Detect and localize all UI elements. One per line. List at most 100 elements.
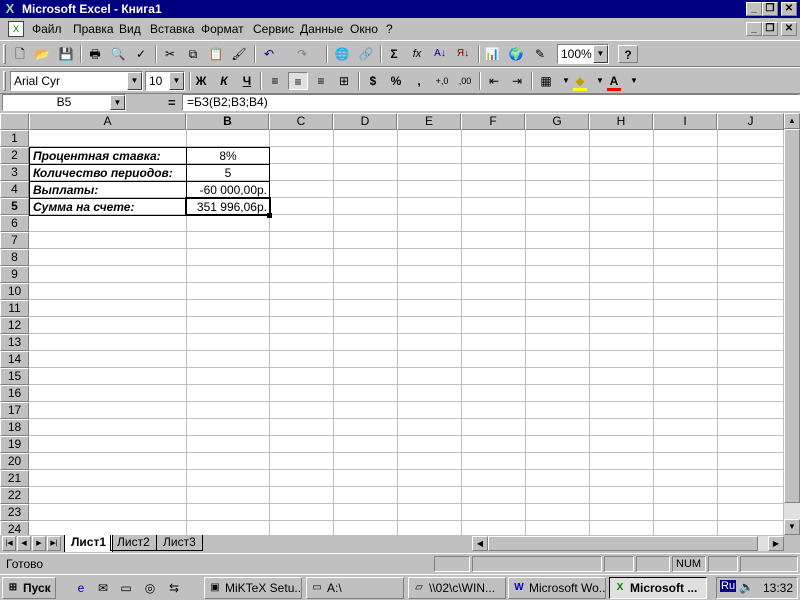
bold-button[interactable]: Ж xyxy=(191,72,211,90)
row-header[interactable]: 5 xyxy=(0,198,29,215)
doc-close-button[interactable]: ✕ xyxy=(781,22,797,36)
align-left-icon[interactable]: ≡ xyxy=(265,72,285,90)
last-sheet-icon[interactable]: ▶| xyxy=(47,536,61,551)
menu-window[interactable]: Окно xyxy=(350,22,378,36)
paste-icon[interactable]: 📋 xyxy=(206,45,226,63)
sheet-tab-2[interactable]: Лист2 xyxy=(110,535,157,551)
column-header-f[interactable]: F xyxy=(461,113,525,130)
format-painter-icon[interactable]: 🖌 xyxy=(229,45,249,63)
toolbar-grip[interactable] xyxy=(3,71,6,91)
italic-button[interactable]: К xyxy=(214,72,234,90)
row-header[interactable]: 4 xyxy=(0,181,29,198)
name-box[interactable]: B5 ▼ xyxy=(2,94,126,111)
row-header[interactable]: 23 xyxy=(0,504,29,521)
menu-format[interactable]: Формат xyxy=(201,22,244,36)
channels-icon[interactable]: ◎ xyxy=(141,579,159,597)
chevron-down-icon[interactable]: ▼ xyxy=(127,72,142,90)
sheet-tab-1[interactable]: Лист1 xyxy=(64,535,114,552)
quick-launch-icon[interactable]: ⇆ xyxy=(165,579,183,597)
new-icon[interactable]: 🗋 xyxy=(10,45,30,63)
cell-a4[interactable]: Выплаты: xyxy=(29,181,187,199)
comma-style-icon[interactable]: , xyxy=(409,72,429,90)
horizontal-scrollbar[interactable]: ◀ ▶ xyxy=(472,536,784,551)
first-sheet-icon[interactable]: |◀ xyxy=(2,536,16,551)
chart-wizard-icon[interactable]: 📊 xyxy=(482,45,502,63)
speaker-icon[interactable]: 🔈 xyxy=(739,580,754,594)
sheet-tab-3[interactable]: Лист3 xyxy=(156,535,203,551)
row-header[interactable]: 19 xyxy=(0,436,29,453)
next-sheet-icon[interactable]: ▶ xyxy=(32,536,46,551)
row-header[interactable]: 11 xyxy=(0,300,29,317)
row-header[interactable]: 16 xyxy=(0,385,29,402)
map-icon[interactable]: 🌍 xyxy=(506,45,526,63)
currency-icon[interactable]: $ xyxy=(363,72,383,90)
column-header-c[interactable]: C xyxy=(269,113,333,130)
redo-icon[interactable]: ↷ xyxy=(292,45,312,63)
workbook-icon[interactable]: X xyxy=(8,21,24,37)
cell-a5[interactable]: Сумма на счете: xyxy=(29,198,187,216)
show-desktop-icon[interactable]: ▭ xyxy=(117,579,135,597)
print-preview-icon[interactable]: 🔍 xyxy=(108,45,128,63)
row-header[interactable]: 22 xyxy=(0,487,29,504)
scroll-thumb[interactable] xyxy=(784,129,800,503)
row-header[interactable]: 14 xyxy=(0,351,29,368)
row-header[interactable]: 2 xyxy=(0,147,29,164)
row-header[interactable]: 3 xyxy=(0,164,29,181)
decrease-indent-icon[interactable]: ⇤ xyxy=(484,72,504,90)
worksheet-grid[interactable]: A B C D E F G H I J 1 2 3 4 5 6 7 8 9 10… xyxy=(0,113,784,535)
prev-sheet-icon[interactable]: ◀ xyxy=(17,536,31,551)
save-icon[interactable]: 💾 xyxy=(56,45,76,63)
row-header[interactable]: 1 xyxy=(0,130,29,147)
column-header-i[interactable]: I xyxy=(653,113,717,130)
row-header[interactable]: 6 xyxy=(0,215,29,232)
clock[interactable]: 13:32 xyxy=(763,581,793,595)
menu-file[interactable]: Файл xyxy=(32,22,62,36)
align-right-icon[interactable]: ≡ xyxy=(311,72,331,90)
zoom-select[interactable]: 100% ▼ xyxy=(557,44,609,64)
increase-indent-icon[interactable]: ⇥ xyxy=(507,72,527,90)
open-icon[interactable]: 📂 xyxy=(32,45,52,63)
chevron-down-icon[interactable]: ▼ xyxy=(169,72,184,90)
percent-icon[interactable]: % xyxy=(386,72,406,90)
chevron-down-icon[interactable]: ▼ xyxy=(110,95,125,110)
column-header-g[interactable]: G xyxy=(525,113,589,130)
row-header[interactable]: 12 xyxy=(0,317,29,334)
scroll-down-icon[interactable]: ▼ xyxy=(784,519,800,535)
underline-button[interactable]: Ч xyxy=(237,72,257,90)
help-icon[interactable]: ? xyxy=(618,45,638,63)
web-toolbar-icon[interactable]: 🌐 xyxy=(332,45,352,63)
cell-a3[interactable]: Количество периодов: xyxy=(29,164,187,182)
fill-handle[interactable] xyxy=(267,213,272,218)
font-size-select[interactable]: 10 ▼ xyxy=(145,71,185,91)
sort-descending-icon[interactable]: Я↓ xyxy=(453,45,473,63)
chevron-down-icon[interactable]: ▼ xyxy=(593,45,608,63)
formula-input[interactable]: =БЗ(B2;B3;B4) xyxy=(182,94,800,111)
row-header[interactable]: 20 xyxy=(0,453,29,470)
undo-icon[interactable]: ↶ xyxy=(259,45,279,63)
spelling-icon[interactable]: ✓ xyxy=(131,45,151,63)
language-indicator[interactable]: Ru xyxy=(720,580,737,592)
internet-explorer-icon[interactable]: e xyxy=(72,579,90,597)
close-button[interactable]: ✕ xyxy=(781,2,797,16)
row-header[interactable]: 21 xyxy=(0,470,29,487)
vertical-scrollbar[interactable]: ▲ ▼ xyxy=(784,113,800,535)
outlook-express-icon[interactable]: ✉ xyxy=(94,579,112,597)
decrease-decimal-icon[interactable]: ,00 xyxy=(455,72,475,90)
column-header-b[interactable]: B xyxy=(186,113,269,130)
task-network-folder[interactable]: ▱ \\02\c\WIN... xyxy=(408,577,506,599)
scroll-up-icon[interactable]: ▲ xyxy=(784,113,800,129)
align-center-icon[interactable]: ≡ xyxy=(288,72,308,90)
cell-a2[interactable]: Процентная ставка: xyxy=(29,147,187,165)
row-header[interactable]: 9 xyxy=(0,266,29,283)
select-all-button[interactable] xyxy=(0,113,29,130)
increase-decimal-icon[interactable]: +,0 xyxy=(432,72,452,90)
drawing-icon[interactable]: ✎ xyxy=(530,45,550,63)
task-word[interactable]: W Microsoft Wo... xyxy=(508,577,606,599)
row-header[interactable]: 24 xyxy=(0,521,29,535)
menu-help[interactable]: ? xyxy=(386,22,393,36)
cell-b3[interactable]: 5 xyxy=(186,164,270,182)
chevron-down-icon[interactable]: ▼ xyxy=(624,72,644,90)
row-header[interactable]: 8 xyxy=(0,249,29,266)
task-excel[interactable]: X Microsoft ... xyxy=(609,577,707,599)
row-header[interactable]: 13 xyxy=(0,334,29,351)
